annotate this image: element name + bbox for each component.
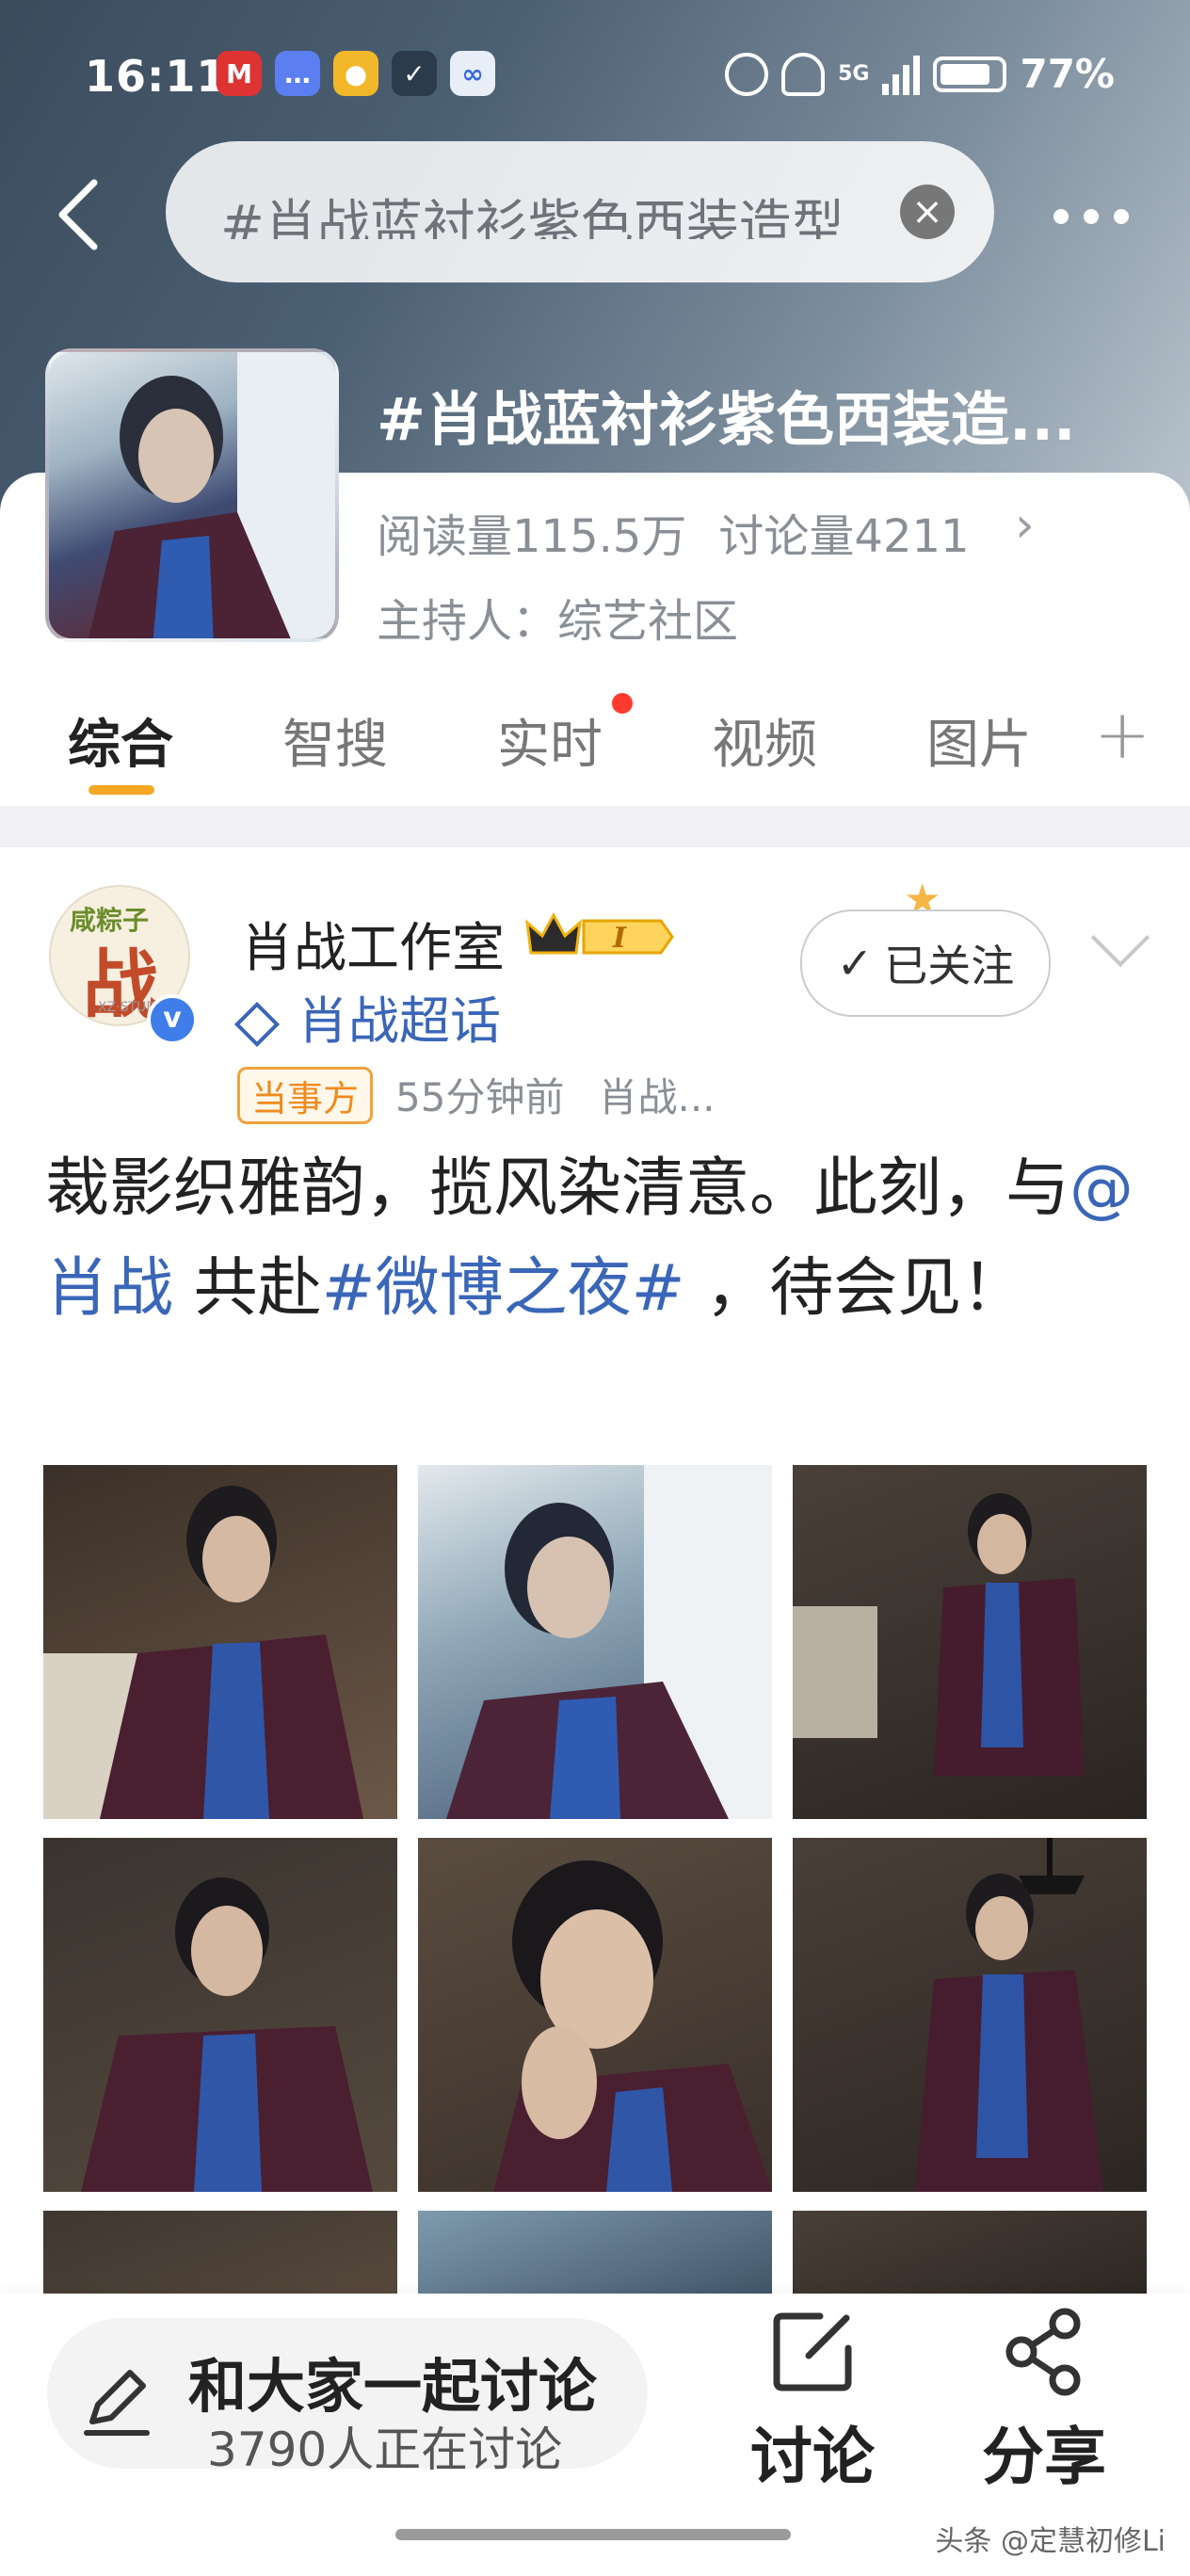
back-arrow-icon: [58, 179, 98, 250]
photo-figure: [81, 1877, 373, 2192]
more-options-button[interactable]: [1030, 188, 1152, 245]
topic-stats[interactable]: 阅读量115.5万 讨论量4211: [377, 499, 970, 565]
post-image[interactable]: [418, 1465, 772, 1819]
post-text-part: ，待会见！: [684, 1251, 1026, 1326]
content-tabs: 综合 智搜 实时 视频 图片 +: [0, 687, 1190, 800]
battery-percent: 77%: [1020, 51, 1115, 97]
chevron-right-icon[interactable]: ›: [1015, 497, 1035, 554]
dot-icon: [1084, 209, 1099, 224]
pen-icon: [84, 2370, 150, 2436]
browser-app-icon: ●: [333, 51, 378, 96]
hashtag-link[interactable]: #微博之夜#: [322, 1251, 685, 1326]
check-icon: ✓: [836, 938, 874, 989]
post-source: 肖战...: [598, 1074, 716, 1120]
post-image[interactable]: [43, 2211, 397, 2305]
clear-search-button[interactable]: ×: [900, 185, 955, 239]
discuss-title: 和大家一起讨论: [188, 2352, 598, 2421]
discussion-count: 讨论量4211: [718, 510, 970, 563]
tab-smart-search[interactable]: 智搜: [282, 702, 388, 779]
photo-figure: [915, 1838, 1103, 2192]
status-time: 16:11: [85, 51, 228, 102]
follow-button[interactable]: ✓ 已关注: [800, 910, 1051, 1017]
super-topic-link[interactable]: 肖战超话: [233, 979, 501, 1054]
new-content-dot: [612, 693, 633, 714]
topic-title: #肖战蓝衬衫紫色西装造...: [377, 385, 1076, 454]
super-topic-label: 肖战超话: [298, 991, 501, 1051]
post-image[interactable]: [793, 1465, 1147, 1819]
active-tab-indicator: [88, 785, 154, 795]
top-nav: #肖战蓝衬衫紫色西装造型 ×: [0, 141, 1190, 282]
watermark: 头条 @定慧初修Li: [935, 2525, 1166, 2558]
level-badge-text: I: [612, 922, 627, 955]
post-text-part: 裁影织雅韵，揽风染清意。此刻，与: [45, 1151, 1070, 1226]
home-indicator[interactable]: [395, 2529, 791, 2540]
search-query[interactable]: #肖战蓝衬衫紫色西装造型: [220, 183, 870, 239]
author-name[interactable]: 肖战工作室: [241, 906, 505, 982]
topic-host: 主持人：综艺社区: [377, 595, 739, 648]
party-badge: 当事方: [237, 1067, 374, 1124]
tab-images[interactable]: 图片: [926, 702, 1032, 779]
chevron-down-icon[interactable]: [1090, 908, 1150, 968]
compose-icon: [773, 2312, 852, 2391]
tab-realtime[interactable]: 实时: [497, 702, 603, 779]
back-button[interactable]: [49, 177, 115, 252]
cloud-app-icon: ∞: [450, 51, 495, 96]
dot-icon: [1053, 209, 1069, 224]
diamond-icon: [233, 1002, 281, 1048]
shield-app-icon: ✓: [392, 51, 437, 96]
dot-icon: [1114, 209, 1129, 224]
discuss-count: 3790人正在讨论: [207, 2423, 563, 2477]
post-text-part: 共赴: [173, 1251, 322, 1326]
follow-label: 已关注: [884, 941, 1015, 991]
topic-cover-image[interactable]: [45, 348, 339, 642]
read-count: 阅读量115.5万: [377, 510, 687, 563]
crown-level-icon: I: [525, 911, 674, 955]
photo-figure: [43, 1486, 363, 1819]
message-app-icon: …: [275, 51, 320, 96]
section-divider: [0, 806, 1190, 847]
bank-app-icon: M: [217, 51, 262, 96]
post-time: 55分钟前: [395, 1074, 565, 1120]
post-image[interactable]: [793, 1838, 1147, 2192]
notification-icons: M … ● ✓ ∞: [217, 51, 495, 96]
add-tab-icon[interactable]: +: [1094, 695, 1150, 774]
network-type: 5G: [838, 62, 870, 86]
search-bar[interactable]: #肖战蓝衬衫紫色西装造型 ×: [166, 141, 994, 282]
status-bar: 16:11 M … ● ✓ ∞ 5G 77%: [0, 38, 1190, 113]
discuss-button[interactable]: 讨论: [732, 2307, 892, 2497]
headphones-icon: [781, 52, 826, 96]
post-image[interactable]: [418, 1838, 772, 2192]
battery-icon: [933, 56, 1007, 92]
post-image[interactable]: [793, 2211, 1147, 2305]
post-text: 裁影织雅韵，揽风染清意。此刻，与@肖战 共赴#微博之夜# ，待会见！: [45, 1139, 1156, 1339]
tab-video[interactable]: 视频: [712, 702, 817, 779]
post-image[interactable]: [43, 1465, 397, 1819]
photo-figure: [446, 1465, 772, 1819]
post-meta: 当事方 55分钟前 肖战...: [237, 1066, 716, 1124]
join-discussion-button[interactable]: 和大家一起讨论 3790人正在讨论: [47, 2318, 648, 2477]
post-image[interactable]: [43, 1838, 397, 2192]
portrait-thumbnail: [88, 352, 335, 638]
post-image[interactable]: [418, 2211, 772, 2305]
photo-figure: [493, 1860, 772, 2192]
share-icon: [1005, 2308, 1081, 2396]
share-button[interactable]: 分享: [964, 2307, 1124, 2497]
discuss-label: 讨论: [750, 2421, 875, 2493]
share-label: 分享: [982, 2421, 1106, 2493]
system-status: 5G 77%: [725, 51, 1115, 97]
signal-icon: [882, 54, 921, 95]
verified-badge-icon: v: [147, 994, 198, 1045]
photo-figure: [793, 1493, 1085, 1776]
alarm-icon: [725, 52, 769, 96]
tab-comprehensive[interactable]: 综合: [68, 702, 173, 779]
